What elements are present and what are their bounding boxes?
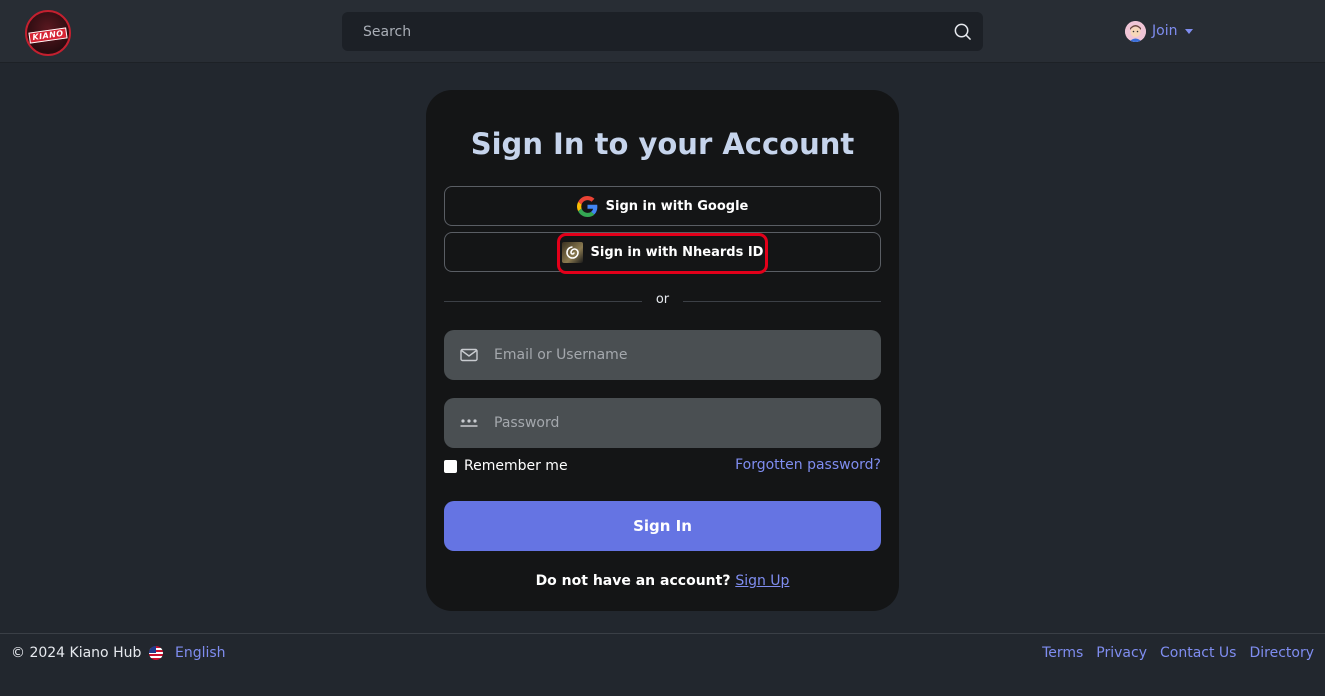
divider-right [683,301,881,302]
signup-row: Do not have an account? Sign Up [0,573,1325,589]
avatar-icon [1125,20,1146,42]
footer-link-directory[interactable]: Directory [1249,645,1314,661]
no-account-text: Do not have an account? [535,573,731,589]
google-icon [576,195,597,217]
logo-icon[interactable]: KIANO [25,10,71,56]
search-icon[interactable] [953,22,972,41]
footer-links: Terms Privacy Contact Us Directory [1042,645,1314,661]
password-field[interactable] [444,398,881,448]
footer-link-contact[interactable]: Contact Us [1160,645,1236,661]
google-signin-label: Sign in with Google [605,198,749,214]
footer-link-terms[interactable]: Terms [1042,645,1083,661]
sign-in-button[interactable]: Sign In [444,501,881,551]
remember-checkbox[interactable] [444,459,457,473]
google-signin-button[interactable]: Sign in with Google [444,186,881,226]
sign-up-link[interactable]: Sign Up [735,573,789,589]
footer: © 2024 Kiano Hub English Terms Privacy C… [0,633,1325,696]
copyright-text: © 2024 Kiano Hub [11,645,142,661]
email-field[interactable] [444,330,881,380]
password-field-wrapper [444,398,881,448]
divider-left [444,301,642,302]
nheards-icon [561,241,583,263]
nheards-signin-button[interactable]: Sign in with Nheards ID [444,232,881,272]
join-label: Join [1152,23,1178,39]
join-menu[interactable]: Join [1125,19,1194,43]
email-field-wrapper [444,330,881,380]
footer-link-privacy[interactable]: Privacy [1096,645,1147,661]
search-input[interactable] [342,12,942,51]
search-bar [342,12,983,51]
chevron-down-icon [1185,28,1194,34]
logo-text: KIANO [28,27,68,44]
page-title: Sign In to your Account [470,127,855,161]
nheards-signin-label: Sign in with Nheards ID [590,244,764,260]
language-label: English [175,645,226,661]
remember-label: Remember me [464,458,568,474]
us-flag-icon [149,646,163,660]
or-separator: or [655,292,670,307]
remember-me[interactable]: Remember me [444,457,568,475]
language-selector[interactable]: English [149,645,226,661]
forgot-password-link[interactable]: Forgotten password? [735,457,881,473]
header: KIANO Join [0,0,1325,63]
